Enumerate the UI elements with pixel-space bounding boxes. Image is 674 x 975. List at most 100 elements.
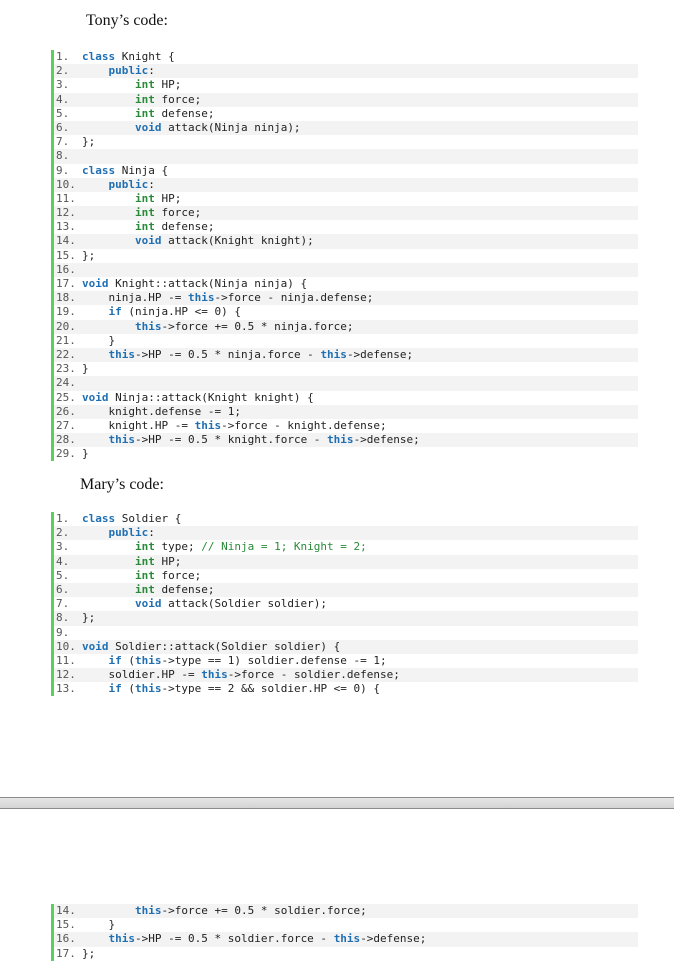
line-number: 3. xyxy=(56,540,70,554)
code-line: 17.}; xyxy=(54,946,638,961)
code-line: 1. class Soldier { xyxy=(54,512,638,527)
keyword: this xyxy=(108,433,136,447)
code-text: ninja.HP -= this->force - ninja.defense; xyxy=(82,291,638,305)
code-token: defense; xyxy=(154,220,215,234)
code-line: 6. void attack(Ninja ninja); xyxy=(54,120,638,136)
keyword: this xyxy=(320,347,347,361)
code-token: ->force - ninja.defense; xyxy=(214,291,374,305)
code-token: force; xyxy=(154,568,202,582)
code-comment: // Ninja = 1; Knight = 2; xyxy=(201,540,367,554)
code-line: 10. public: xyxy=(54,177,638,192)
keyword: void xyxy=(82,277,109,290)
line-number: 7. xyxy=(56,135,70,149)
code-token: } xyxy=(82,918,116,932)
keyword: this xyxy=(134,319,162,333)
line-number: 9. xyxy=(56,163,70,177)
code-text: soldier.HP -= this->force - soldier.defe… xyxy=(82,668,638,682)
code-token: }; xyxy=(82,135,96,149)
code-token: HP; xyxy=(154,554,182,568)
code-line: 19. if (ninja.HP <= 0) { xyxy=(54,305,638,320)
code-token: ->force += 0.5 * soldier.force; xyxy=(161,904,367,917)
line-number: 27. xyxy=(56,418,76,432)
code-line: 8.}; xyxy=(54,611,638,626)
code-text: if (this->type == 1) soldier.defense -= … xyxy=(82,654,638,668)
line-number: 21. xyxy=(56,333,76,347)
code-line: 15.}; xyxy=(54,248,638,263)
code-token: ->HP -= 0.5 * knight.force - xyxy=(135,433,328,447)
line-number: 4. xyxy=(56,554,70,568)
line-number: 12. xyxy=(56,668,76,682)
code-text: knight.HP -= this->force - knight.defens… xyxy=(82,419,638,433)
tony-code-block: 1. class Knight {2. public: 3. int HP; 4. i… xyxy=(51,50,638,462)
line-number: 8. xyxy=(56,149,70,163)
line-number: 26. xyxy=(56,404,76,418)
code-line: 21. } xyxy=(54,333,638,348)
code-line: 14. void attack(Knight knight); xyxy=(54,234,638,249)
keyword: this xyxy=(201,668,228,682)
code-token: ->force - knight.defense; xyxy=(221,418,387,432)
code-text: int type; // Ninja = 1; Knight = 2; xyxy=(82,540,638,554)
code-text: }; xyxy=(82,611,638,625)
code-token: ->defense; xyxy=(346,347,414,361)
keyword: void xyxy=(82,390,109,404)
code-token: } xyxy=(82,333,116,347)
code-token: attack(Knight knight); xyxy=(161,234,314,248)
code-text: int defense; xyxy=(82,220,638,234)
code-token: }; xyxy=(82,248,96,262)
code-token: type; xyxy=(154,540,202,554)
page-break-divider xyxy=(0,797,674,809)
code-text: void Soldier::attack(Soldier soldier) { xyxy=(82,640,638,654)
code-line: 11. int HP; xyxy=(54,191,638,207)
keyword: this xyxy=(108,932,136,946)
code-line: 3. int type; // Ninja = 1; Knight = 2; xyxy=(54,540,638,555)
code-line: 13. if (this->type == 2 && soldier.HP <=… xyxy=(54,682,638,697)
line-number: 3. xyxy=(56,78,70,92)
code-token: HP; xyxy=(154,191,182,205)
keyword: void xyxy=(134,597,162,611)
keyword: void xyxy=(134,120,162,134)
type-keyword: int xyxy=(134,106,155,120)
code-text: } xyxy=(82,334,638,348)
code-token: ->HP -= 0.5 * soldier.force - xyxy=(135,932,334,946)
line-number: 7. xyxy=(56,597,70,611)
code-token: ->defense; xyxy=(353,433,420,447)
code-text: int defense; xyxy=(82,583,638,597)
code-line: 5. int force; xyxy=(54,568,638,583)
code-token: attack(Soldier soldier); xyxy=(161,597,328,611)
line-number: 15. xyxy=(56,248,76,262)
type-keyword: int xyxy=(134,206,155,220)
code-token: }; xyxy=(82,611,96,625)
code-token: (ninja.HP <= 0) { xyxy=(121,305,241,319)
line-number: 15. xyxy=(56,918,76,932)
line-number: 2. xyxy=(56,64,70,78)
code-text: int HP; xyxy=(82,192,638,206)
code-text: void Knight::attack(Ninja ninja) { xyxy=(82,277,638,291)
code-text: this->HP -= 0.5 * soldier.force - this->… xyxy=(82,932,638,946)
code-text: int force; xyxy=(82,93,638,107)
type-keyword: int xyxy=(134,92,155,106)
type-keyword: int xyxy=(134,191,155,205)
line-number: 11. xyxy=(56,191,76,205)
code-line: 3. int HP; xyxy=(54,78,638,93)
code-text: }; xyxy=(82,135,638,149)
line-number: 4. xyxy=(56,92,70,106)
keyword: this xyxy=(333,932,361,946)
code-line: 29.} xyxy=(54,447,638,462)
line-number: 6. xyxy=(56,582,70,596)
code-token: knight.defense -= 1; xyxy=(82,404,241,418)
code-line: 12. int force; xyxy=(54,206,638,221)
code-line: 8. xyxy=(54,149,638,164)
code-line: 9. xyxy=(54,625,638,640)
code-text: } xyxy=(82,918,638,932)
